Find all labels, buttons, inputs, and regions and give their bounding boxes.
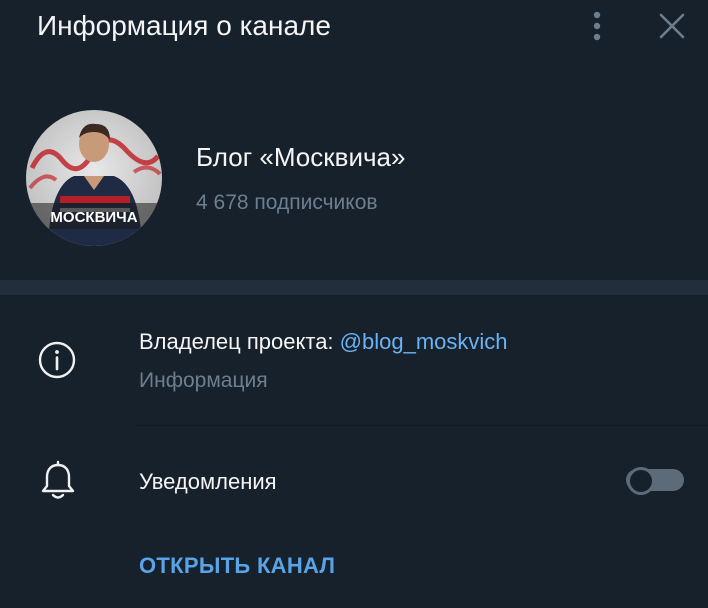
subscriber-count: 4 678 подписчиков <box>196 191 378 214</box>
owner-label: Владелец проекта: <box>139 329 340 354</box>
row-divider <box>135 425 708 426</box>
avatar-image: МОСКВИЧА <box>26 110 162 246</box>
owner-line: Владелец проекта: @blog_moskvich <box>139 327 508 357</box>
notifications-toggle[interactable] <box>626 465 684 495</box>
channel-avatar[interactable]: МОСКВИЧА <box>26 110 162 246</box>
channel-info-panel: Информация о канале МОСКВИЧА Блог «Москв… <box>0 0 708 608</box>
more-vertical-icon <box>593 11 601 41</box>
panel-title: Информация о канале <box>37 10 331 41</box>
section-separator <box>0 280 708 295</box>
channel-name: Блог «Москвича» <box>196 142 406 172</box>
owner-username-link[interactable]: @blog_moskvich <box>340 329 508 354</box>
open-channel-button[interactable]: ОТКРЫТЬ КАНАЛ <box>139 551 335 581</box>
bell-icon <box>39 460 77 502</box>
notifications-label: Уведомления <box>139 469 277 494</box>
close-icon <box>659 13 685 39</box>
more-options-button[interactable] <box>582 6 612 46</box>
avatar-text: МОСКВИЧА <box>50 209 137 226</box>
toggle-knob <box>627 467 655 495</box>
info-icon <box>37 340 77 380</box>
close-button[interactable] <box>650 4 694 48</box>
info-subtitle: Информация <box>139 369 268 392</box>
